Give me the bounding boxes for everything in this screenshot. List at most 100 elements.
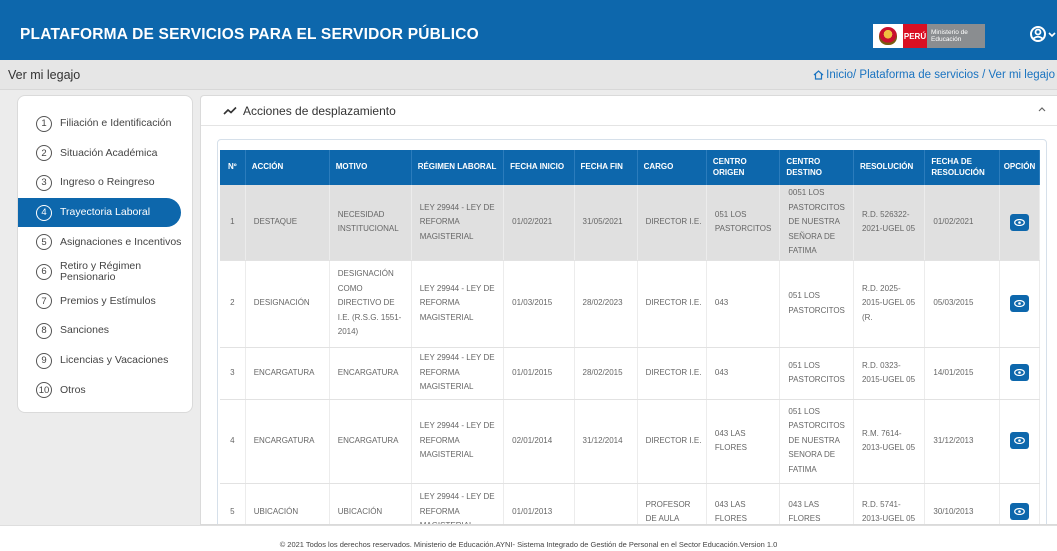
table-row[interactable]: 3 ENCARGATURA ENCARGATURA LEY 29944 - LE… — [220, 347, 1041, 400]
item-number: 10 — [36, 382, 52, 399]
cell-num: 5 — [220, 483, 246, 524]
cell-accion: ENCARGATURA — [245, 399, 330, 484]
item-number: 6 — [36, 263, 52, 280]
cell-centro-destino: 051 LOS PASTORCITOS — [779, 347, 854, 400]
item-number: 4 — [36, 204, 52, 221]
cell-resolucion: R.D. 526322-2021-UGEL 05 — [853, 185, 926, 261]
cell-centro-origen: 043 — [706, 260, 781, 348]
breadcrumb-text[interactable]: Inicio/ Plataforma de servicios / Ver mi… — [826, 69, 1055, 81]
cell-cargo: DIRECTOR I.E. — [637, 399, 707, 484]
table-container: Nº ACCIÓN MOTIVO RÉGIMEN LABORAL FECHA I… — [217, 139, 1047, 524]
sidebar-item-label: Premios y Estímulos — [60, 294, 156, 307]
col-header: RESOLUCIÓN — [853, 150, 926, 185]
view-eye-icon[interactable] — [1009, 294, 1029, 312]
minedu-logo: PERÚ Ministerio de Educación — [873, 24, 985, 48]
cell-num: 2 — [220, 260, 246, 348]
cell-cargo: PROFESOR DE AULA — [637, 483, 707, 524]
cell-fecha-fin: 31/05/2021 — [574, 185, 638, 261]
cell-fecha-resolucion: 05/03/2015 — [924, 260, 1000, 348]
sidebar-item-licencias[interactable]: 9 Licencias y Vacaciones — [18, 346, 192, 376]
cell-regimen: LEY 29944 - LEY DE REFORMA MAGISTERIAL — [411, 483, 505, 524]
view-eye-icon[interactable] — [1009, 364, 1029, 382]
cell-centro-destino: 051 LOS PASTORCITOS — [779, 260, 854, 348]
cell-centro-origen: 043 LAS FLORES — [706, 483, 781, 524]
cell-accion: DESIGNACIÓN — [245, 260, 330, 348]
col-header: CENTRO DESTINO — [779, 150, 854, 185]
cell-opcion — [999, 483, 1041, 524]
cell-fecha-inicio: 01/01/2015 — [503, 347, 575, 400]
cell-accion: DESTAQUE — [245, 185, 330, 261]
sidebar-item-trayectoria-laboral[interactable]: 4 Trayectoria Laboral — [18, 197, 181, 228]
sidebar-item-otros[interactable]: 10 Otros — [18, 375, 192, 405]
cell-accion: ENCARGATURA — [245, 347, 330, 400]
user-menu-icon[interactable] — [1029, 25, 1057, 45]
item-number: 9 — [36, 352, 52, 369]
breadcrumb[interactable]: Inicio/ Plataforma de servicios / Ver mi… — [813, 69, 1055, 81]
sidebar-item-ingreso[interactable]: 3 Ingreso o Reingreso — [18, 168, 192, 198]
sidebar-item-premios[interactable]: 7 Premios y Estímulos — [18, 287, 192, 317]
footer-text: © 2021 Todos los derechos reservados. Mi… — [279, 540, 778, 549]
item-number: 7 — [36, 293, 52, 310]
cell-fecha-inicio: 01/01/2013 — [503, 483, 575, 524]
sidebar-item-filiacion[interactable]: 1 Filiación e Identificación — [18, 109, 192, 139]
cell-centro-destino: 043 LAS FLORES — [779, 483, 854, 524]
cell-opcion — [999, 185, 1041, 261]
col-header: CENTRO ORIGEN — [706, 150, 781, 185]
cell-fecha-resolucion: 14/01/2015 — [924, 347, 1000, 400]
cell-resolucion: R.D. 0323-2015-UGEL 05 — [853, 347, 926, 400]
cell-motivo: NECESIDAD INSTITUCIONAL — [329, 185, 412, 261]
cell-centro-origen: 043 LAS FLORES — [706, 399, 781, 484]
sidebar-item-label: Otros — [60, 383, 86, 396]
cell-regimen: LEY 29944 - LEY DE REFORMA MAGISTERIAL — [411, 185, 505, 261]
panel-header[interactable]: Acciones de desplazamiento — [201, 96, 1057, 126]
sidebar-menu: 1 Filiación e Identificación 2 Situación A… — [17, 95, 193, 413]
acciones-table: Nº ACCIÓN MOTIVO RÉGIMEN LABORAL FECHA I… — [220, 150, 1041, 524]
cell-opcion — [999, 260, 1041, 348]
cell-fecha-fin: 31/12/2014 — [574, 399, 638, 484]
cell-fecha-fin — [574, 483, 638, 524]
table-row[interactable]: 1 DESTAQUE NECESIDAD INSTITUCIONAL LEY 2… — [220, 185, 1041, 261]
sidebar-item-retiro[interactable]: 6 Retiro y Régimen Pensionario — [18, 257, 192, 287]
collapse-chevron-icon[interactable] — [1037, 102, 1047, 116]
cell-centro-origen: 043 — [706, 347, 781, 400]
cell-centro-destino: 0051 LOS PASTORCITOS DE NUESTRA SEÑORA D… — [779, 185, 854, 261]
logo-country: PERÚ — [903, 24, 927, 48]
view-eye-icon[interactable] — [1009, 213, 1029, 231]
sidebar-item-label: Licencias y Vacaciones — [60, 354, 169, 367]
table-row[interactable]: 5 UBICACIÓN UBICACIÓN LEY 29944 - LEY DE… — [220, 483, 1041, 524]
cell-cargo: DIRECTOR I.E. — [637, 260, 707, 348]
cell-opcion — [999, 399, 1041, 484]
sidebar-item-sanciones[interactable]: 8 Sanciones — [18, 316, 192, 346]
cell-fecha-fin: 28/02/2015 — [574, 347, 638, 400]
cell-resolucion: R.M. 7614-2013-UGEL 05 — [853, 399, 926, 484]
trend-line-icon — [223, 106, 237, 115]
sidebar-item-asignaciones[interactable]: 5 Asignaciones e Incentivos — [18, 227, 192, 257]
page-title: Ver mi legajo — [8, 68, 81, 82]
view-eye-icon[interactable] — [1009, 432, 1029, 450]
page-header: Ver mi legajo Inicio/ Plataforma de serv… — [0, 60, 1057, 90]
cell-num: 3 — [220, 347, 246, 400]
cell-accion: UBICACIÓN — [245, 483, 330, 524]
cell-num: 4 — [220, 399, 246, 484]
col-header: ACCIÓN — [245, 150, 330, 185]
cell-centro-origen: 051 LOS PASTORCITOS — [706, 185, 781, 261]
item-number: 1 — [36, 115, 52, 132]
table-row[interactable]: 2 DESIGNACIÓN DESIGNACIÓN COMO DIRECTIVO… — [220, 260, 1041, 348]
col-header: MOTIVO — [329, 150, 412, 185]
panel-title: Acciones de desplazamiento — [243, 103, 396, 118]
view-eye-icon[interactable] — [1009, 503, 1029, 521]
item-number: 3 — [36, 174, 52, 191]
cell-cargo: DIRECTOR I.E. — [637, 347, 707, 400]
sidebar-item-situacion-academica[interactable]: 2 Situación Académica — [18, 139, 192, 169]
footer: © 2021 Todos los derechos reservados. Mi… — [0, 525, 1057, 551]
table-row[interactable]: 4 ENCARGATURA ENCARGATURA LEY 29944 - LE… — [220, 399, 1041, 484]
item-number: 2 — [36, 145, 52, 162]
item-number: 5 — [36, 234, 52, 251]
col-header: FECHA FIN — [574, 150, 638, 185]
item-number: 8 — [36, 322, 52, 339]
sidebar-item-label: Sanciones — [60, 324, 110, 337]
col-header: RÉGIMEN LABORAL — [411, 150, 505, 185]
table-header-row: Nº ACCIÓN MOTIVO RÉGIMEN LABORAL FECHA I… — [220, 150, 1041, 185]
sidebar-item-label: Filiación e Identificación — [60, 117, 172, 130]
coat-of-arms-icon — [873, 24, 903, 48]
